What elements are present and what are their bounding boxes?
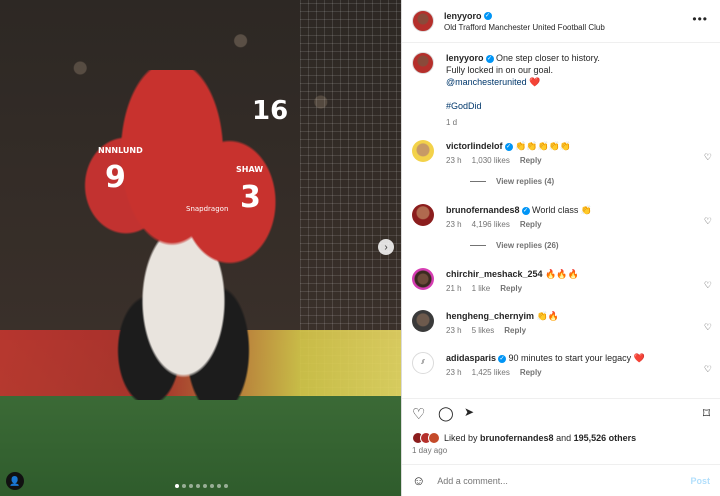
comment-input[interactable] <box>437 475 691 486</box>
more-options-icon[interactable]: ••• <box>692 12 708 26</box>
comment-text: 90 minutes to start your legacy ❤️ <box>508 353 645 363</box>
comment-username[interactable]: brunofernandes8 <box>446 205 520 215</box>
caption-emoji: ❤️ <box>529 77 541 87</box>
comment-item: victorlindelof ✓ 👏👏👏👏👏 23 h 1,030 likes Rep… <box>412 140 712 202</box>
sponsor-text: Snapdragon <box>186 205 229 213</box>
comment-item: chirchir_meshack_254 🔥🔥🔥 21 h 1 like Reply… <box>412 268 712 308</box>
reply-button[interactable]: Reply <box>520 368 542 377</box>
post-photo[interactable]: 16 9 3 NNNLUND SHAW Snapdragon › 👤 <box>0 0 401 496</box>
carousel-dot <box>175 484 179 488</box>
comment-likes[interactable]: 1,425 likes <box>472 368 510 377</box>
comment-time: 23 h <box>446 156 462 165</box>
save-icon[interactable]: ⌑ <box>703 405 710 422</box>
pitch <box>0 396 401 496</box>
carousel-dots <box>175 484 228 488</box>
comment-time: 23 h <box>446 368 462 377</box>
avatar[interactable]: ⫽ <box>412 352 434 374</box>
verified-icon: ✓ <box>485 54 494 63</box>
caption-line2: Fully locked in on our goal. <box>446 65 554 75</box>
jersey-number-16: 16 <box>252 96 289 126</box>
comment-text: 🔥🔥🔥 <box>545 269 579 279</box>
comment-likes[interactable]: 4,196 likes <box>472 220 510 229</box>
caption: lenyyoro ✓ One step closer to history. Fu… <box>412 52 712 132</box>
carousel-dot <box>203 484 207 488</box>
post-detail-panel: lenyyoro ✓ Old Trafford Manchester United… <box>401 0 720 496</box>
comment-text: 👏👏👏👏👏 <box>515 141 572 151</box>
verified-icon: ✓ <box>498 354 507 363</box>
post-username[interactable]: lenyyoro <box>444 11 482 21</box>
post-date: 1 day ago <box>412 446 448 455</box>
comment-like-icon[interactable]: ♡ <box>704 216 712 227</box>
add-comment-bar: ☺ Post <box>402 464 720 496</box>
avatar[interactable] <box>412 140 434 162</box>
likes-and: and <box>556 433 572 443</box>
user-tag-icon[interactable]: 👤 <box>6 472 24 490</box>
liker-avatars <box>412 432 440 444</box>
reply-button[interactable]: Reply <box>500 284 522 293</box>
comments-list: lenyyoro ✓ One step closer to history. Fu… <box>412 52 712 392</box>
comment-item: brunofernandes8 ✓ World class 👏 23 h 4,196… <box>412 204 712 266</box>
caption-hashtag[interactable]: #GodDid <box>446 100 712 112</box>
carousel-dot <box>189 484 193 488</box>
avatar[interactable] <box>412 268 434 290</box>
comment-like-icon[interactable]: ♡ <box>704 364 712 375</box>
comment-likes[interactable]: 1 like <box>472 284 491 293</box>
likes-prefix: Liked by <box>444 433 478 443</box>
comment-text: 👏🔥 <box>536 311 559 321</box>
comment-username[interactable]: victorlindelof <box>446 141 503 151</box>
verified-icon: ✓ <box>504 142 513 151</box>
avatar[interactable] <box>412 10 434 32</box>
comment-username[interactable]: hengheng_chernyim <box>446 311 534 321</box>
comment-likes[interactable]: 1,030 likes <box>472 156 510 165</box>
view-replies-button[interactable]: View replies (4) <box>470 177 712 186</box>
comment-like-icon[interactable]: ♡ <box>704 322 712 333</box>
carousel-dot <box>224 484 228 488</box>
avatar[interactable] <box>412 310 434 332</box>
jersey-number-3: 3 <box>240 180 261 215</box>
comment-item: hengheng_chernyim 👏🔥 23 h 5 likes Reply ♡ <box>412 310 712 350</box>
jersey-name: NNNLUND <box>98 146 143 155</box>
jersey-number-9: 9 <box>105 160 126 195</box>
comment-time: 23 h <box>446 220 462 229</box>
likes-count[interactable]: 195,526 others <box>574 433 637 443</box>
avatar <box>428 432 440 444</box>
likes-user[interactable]: brunofernandes8 <box>480 433 554 443</box>
comment-like-icon[interactable]: ♡ <box>704 280 712 291</box>
caption-username[interactable]: lenyyoro <box>446 53 484 63</box>
comment-username[interactable]: adidasparis <box>446 353 496 363</box>
comment-item: ⫽ adidasparis ✓ 90 minutes to start your … <box>412 352 712 392</box>
comment-icon[interactable]: ◯ <box>438 405 454 422</box>
avatar[interactable] <box>412 52 434 74</box>
comment-username[interactable]: chirchir_meshack_254 <box>446 269 543 279</box>
caption-line1: One step closer to history. <box>496 53 600 63</box>
verified-icon: ✓ <box>483 12 492 21</box>
reply-button[interactable]: Reply <box>520 220 542 229</box>
jersey-name: SHAW <box>236 165 264 174</box>
carousel-dot <box>217 484 221 488</box>
reply-button[interactable]: Reply <box>520 156 542 165</box>
next-slide-button[interactable]: › <box>378 239 394 255</box>
view-replies-button[interactable]: View replies (26) <box>470 241 712 250</box>
carousel-dot <box>210 484 214 488</box>
carousel-dot <box>182 484 186 488</box>
post-actions-bar: ♡ ◯ ➤ ⌑ <box>402 398 720 428</box>
emoji-icon[interactable]: ☺ <box>412 473 425 488</box>
likes-summary: Liked by brunofernandes8 and 195,526 oth… <box>412 432 636 444</box>
post-location[interactable]: Old Trafford Manchester United Football … <box>444 23 605 32</box>
comment-time: 21 h <box>446 284 462 293</box>
like-icon[interactable]: ♡ <box>412 405 425 423</box>
comment-likes[interactable]: 5 likes <box>472 326 495 335</box>
comment-time: 23 h <box>446 326 462 335</box>
post-comment-button[interactable]: Post <box>690 476 710 486</box>
carousel-dot <box>196 484 200 488</box>
caption-time: 1 d <box>446 118 458 127</box>
post-header: lenyyoro ✓ Old Trafford Manchester United… <box>402 0 720 43</box>
verified-icon: ✓ <box>521 206 530 215</box>
comment-like-icon[interactable]: ♡ <box>704 152 712 163</box>
avatar[interactable] <box>412 204 434 226</box>
share-icon[interactable]: ➤ <box>464 405 474 419</box>
caption-mention[interactable]: @manchesterunited <box>446 77 527 87</box>
reply-button[interactable]: Reply <box>504 326 526 335</box>
comment-text: World class 👏 <box>532 205 593 215</box>
